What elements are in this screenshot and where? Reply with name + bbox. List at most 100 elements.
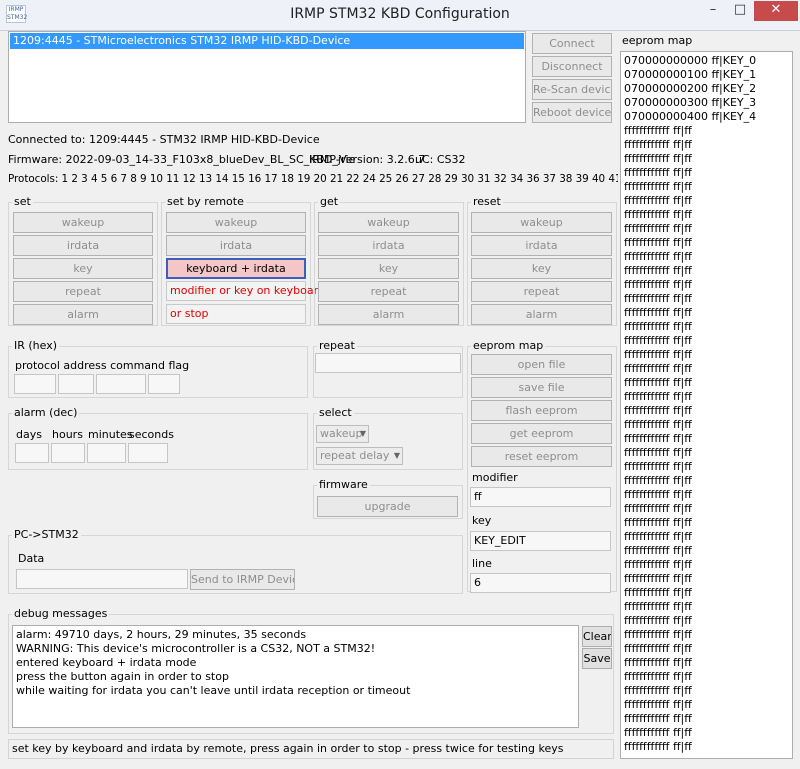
eeprom-map-entry[interactable]: ffffffffffff ff|ff	[624, 292, 792, 306]
open-file-button[interactable]: open file	[471, 354, 612, 375]
address-field[interactable]	[58, 374, 94, 394]
reboot-device-button[interactable]: Reboot device	[532, 102, 612, 123]
eeprom-map-entry[interactable]: ffffffffffff ff|ff	[624, 684, 792, 698]
save-debug-button[interactable]: Save	[582, 648, 612, 669]
eeprom-map-list[interactable]: 070000000000 ff|KEY_0 070000000100 ff|KEY…	[620, 51, 793, 759]
eeprom-map-entry[interactable]: ffffffffffff ff|ff	[624, 320, 792, 334]
eeprom-map-entry[interactable]: ffffffffffff ff|ff	[624, 208, 792, 222]
modifier-field[interactable]: ff	[470, 487, 611, 507]
eeprom-map-entry[interactable]: ffffffffffff ff|ff	[624, 334, 792, 348]
eeprom-map-entry[interactable]: 070000000200 ff|KEY_2	[624, 82, 792, 96]
connect-button[interactable]: Connect	[532, 33, 612, 54]
debug-messages-textarea[interactable]: alarm: 49710 days, 2 hours, 29 minutes, …	[12, 625, 579, 728]
eeprom-map-entry[interactable]: ffffffffffff ff|ff	[624, 740, 792, 754]
eeprom-map-entry[interactable]: ffffffffffff ff|ff	[624, 614, 792, 628]
eeprom-map-entry[interactable]: ffffffffffff ff|ff	[624, 404, 792, 418]
get-eeprom-button[interactable]: get eeprom	[471, 423, 612, 444]
eeprom-map-entry[interactable]: ffffffffffff ff|ff	[624, 600, 792, 614]
eeprom-map-entry[interactable]: ffffffffffff ff|ff	[624, 264, 792, 278]
remote-irdata-button[interactable]: irdata	[166, 235, 306, 256]
eeprom-map-entry[interactable]: 070000000400 ff|KEY_4	[624, 110, 792, 124]
eeprom-map-entry[interactable]: ffffffffffff ff|ff	[624, 278, 792, 292]
get-wakeup-button[interactable]: wakeup	[318, 212, 459, 233]
command-field[interactable]	[96, 374, 146, 394]
flag-field[interactable]	[148, 374, 180, 394]
eeprom-map-entry[interactable]: ffffffffffff ff|ff	[624, 712, 792, 726]
reset-eeprom-button[interactable]: reset eeprom	[471, 446, 612, 467]
eeprom-map-entry[interactable]: ffffffffffff ff|ff	[624, 194, 792, 208]
upgrade-button[interactable]: upgrade	[317, 496, 458, 517]
eeprom-map-entry[interactable]: ffffffffffff ff|ff	[624, 376, 792, 390]
eeprom-map-entry[interactable]: ffffffffffff ff|ff	[624, 572, 792, 586]
eeprom-map-entry[interactable]: ffffffffffff ff|ff	[624, 124, 792, 138]
protocol-field[interactable]	[14, 374, 56, 394]
eeprom-map-entry[interactable]: ffffffffffff ff|ff	[624, 474, 792, 488]
eeprom-map-entry[interactable]: ffffffffffff ff|ff	[624, 250, 792, 264]
eeprom-map-entry[interactable]: ffffffffffff ff|ff	[624, 558, 792, 572]
eeprom-map-entry[interactable]: ffffffffffff ff|ff	[624, 628, 792, 642]
eeprom-map-entry[interactable]: 070000000300 ff|KEY_3	[624, 96, 792, 110]
days-field[interactable]	[15, 443, 49, 463]
reset-repeat-button[interactable]: repeat	[471, 281, 612, 302]
eeprom-map-entry[interactable]: ffffffffffff ff|ff	[624, 180, 792, 194]
eeprom-map-entry[interactable]: ffffffffffff ff|ff	[624, 222, 792, 236]
reset-key-button[interactable]: key	[471, 258, 612, 279]
get-irdata-button[interactable]: irdata	[318, 235, 459, 256]
minutes-field[interactable]	[87, 443, 126, 463]
get-repeat-button[interactable]: repeat	[318, 281, 459, 302]
repeat-delay-select[interactable]: repeat delay ▼	[316, 447, 403, 465]
eeprom-map-entry[interactable]: ffffffffffff ff|ff	[624, 544, 792, 558]
set-key-button[interactable]: key	[13, 258, 153, 279]
eeprom-map-entry[interactable]: ffffffffffff ff|ff	[624, 236, 792, 250]
eeprom-map-entry[interactable]: ffffffffffff ff|ff	[624, 670, 792, 684]
eeprom-map-entry[interactable]: ffffffffffff ff|ff	[624, 516, 792, 530]
eeprom-map-entry[interactable]: ffffffffffff ff|ff	[624, 488, 792, 502]
eeprom-map-entry[interactable]: 070000000100 ff|KEY_1	[624, 68, 792, 82]
maximize-icon[interactable]: □	[727, 1, 753, 21]
repeat-field[interactable]	[315, 353, 461, 373]
send-to-irmp-button[interactable]: Send to IRMP Device	[190, 569, 295, 590]
eeprom-map-entry[interactable]: ffffffffffff ff|ff	[624, 166, 792, 180]
seconds-field[interactable]	[128, 443, 168, 463]
eeprom-map-entry[interactable]: ffffffffffff ff|ff	[624, 432, 792, 446]
eeprom-map-entry[interactable]: ffffffffffff ff|ff	[624, 530, 792, 544]
eeprom-map-entry[interactable]: ffffffffffff ff|ff	[624, 642, 792, 656]
device-list-item[interactable]: 1209:4445 - STMicroelectronics STM32 IRM…	[10, 33, 524, 49]
eeprom-map-entry[interactable]: ffffffffffff ff|ff	[624, 390, 792, 404]
minimize-icon[interactable]: –	[700, 1, 726, 21]
eeprom-map-entry[interactable]: ffffffffffff ff|ff	[624, 138, 792, 152]
flash-eeprom-button[interactable]: flash eeprom	[471, 400, 612, 421]
reset-wakeup-button[interactable]: wakeup	[471, 212, 612, 233]
remote-wakeup-button[interactable]: wakeup	[166, 212, 306, 233]
device-list[interactable]: 1209:4445 - STMicroelectronics STM32 IRM…	[8, 31, 526, 123]
eeprom-map-entry[interactable]: ffffffffffff ff|ff	[624, 698, 792, 712]
set-irdata-button[interactable]: irdata	[13, 235, 153, 256]
set-wakeup-button[interactable]: wakeup	[13, 212, 153, 233]
reset-alarm-button[interactable]: alarm	[471, 304, 612, 325]
wakeup-select[interactable]: wakeup ▼	[316, 425, 369, 443]
set-alarm-button[interactable]: alarm	[13, 304, 153, 325]
eeprom-map-entry[interactable]: ffffffffffff ff|ff	[624, 446, 792, 460]
hours-field[interactable]	[51, 443, 85, 463]
eeprom-map-entry[interactable]: 070000000000 ff|KEY_0	[624, 54, 792, 68]
eeprom-map-entry[interactable]: ffffffffffff ff|ff	[624, 726, 792, 740]
eeprom-map-entry[interactable]: ffffffffffff ff|ff	[624, 152, 792, 166]
eeprom-map-entry[interactable]: ffffffffffff ff|ff	[624, 418, 792, 432]
rescan-devices-button[interactable]: Re-Scan devices	[532, 79, 612, 100]
eeprom-map-entry[interactable]: ffffffffffff ff|ff	[624, 460, 792, 474]
eeprom-map-entry[interactable]: ffffffffffff ff|ff	[624, 656, 792, 670]
eeprom-map-entry[interactable]: ffffffffffff ff|ff	[624, 362, 792, 376]
set-repeat-button[interactable]: repeat	[13, 281, 153, 302]
close-icon[interactable]: ✕	[754, 1, 798, 21]
eeprom-map-entry[interactable]: ffffffffffff ff|ff	[624, 306, 792, 320]
data-field[interactable]	[16, 569, 188, 589]
eeprom-map-entry[interactable]: ffffffffffff ff|ff	[624, 348, 792, 362]
keyboard-irdata-button[interactable]: keyboard + irdata	[166, 258, 306, 279]
eeprom-map-entry[interactable]: ffffffffffff ff|ff	[624, 586, 792, 600]
line-field[interactable]: 6	[470, 573, 611, 593]
get-alarm-button[interactable]: alarm	[318, 304, 459, 325]
save-file-button[interactable]: save file	[471, 377, 612, 398]
get-key-button[interactable]: key	[318, 258, 459, 279]
disconnect-button[interactable]: Disconnect	[532, 56, 612, 77]
eeprom-map-entry[interactable]: ffffffffffff ff|ff	[624, 502, 792, 516]
